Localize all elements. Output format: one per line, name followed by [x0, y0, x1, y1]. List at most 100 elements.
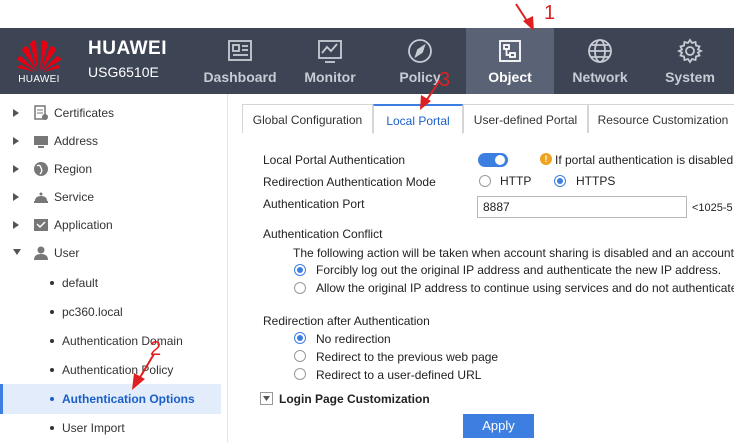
chevron-right-icon — [13, 165, 19, 173]
sidebar-subitem-authentication-policy[interactable]: Authentication Policy — [0, 356, 221, 384]
logo-text: HUAWEI — [18, 74, 60, 85]
radio-redirect-url[interactable] — [294, 368, 306, 380]
sidebar-item-address[interactable]: Address — [0, 127, 221, 155]
huawei-logo: HUAWEI — [10, 38, 68, 88]
nav-network[interactable]: Network — [556, 28, 644, 94]
nav-label: Network — [572, 69, 628, 85]
tab-global-configuration[interactable]: Global Configuration — [242, 104, 373, 133]
device-model: USG6510E — [88, 64, 159, 80]
user-icon — [34, 246, 48, 260]
radio-conflict-allow-original-label: Allow the original IP address to continu… — [316, 281, 734, 295]
sidebar-subitem-label: pc360.local — [62, 305, 123, 319]
sidebar-item-user[interactable]: User — [0, 239, 221, 267]
apply-button[interactable]: Apply — [463, 414, 534, 438]
nav-monitor[interactable]: Monitor — [286, 28, 374, 94]
tab-resource-customization[interactable]: Resource Customization — [588, 104, 734, 133]
radio-no-redirection-label: No redirection — [316, 332, 391, 346]
redirect-mode-label: Redirection Authentication Mode — [263, 175, 436, 189]
nav-system[interactable]: System — [646, 28, 734, 94]
nav-object[interactable]: Object — [466, 28, 554, 94]
certificate-icon — [34, 105, 48, 120]
redirect-after-auth-label: Redirection after Authentication — [263, 314, 430, 328]
bullet-icon — [50, 281, 54, 285]
object-icon — [499, 40, 521, 62]
sidebar-subitem-label: Authentication Domain — [62, 334, 183, 348]
radio-redirect-previous[interactable] — [294, 350, 306, 362]
sidebar-item-label: Certificates — [54, 106, 115, 120]
tab-user-defined-portal[interactable]: User-defined Portal — [463, 104, 588, 133]
sidebar-subitem-default[interactable]: default — [0, 269, 221, 297]
radio-conflict-forcibly-logout-label: Forcibly log out the original IP address… — [316, 263, 722, 277]
local-portal-auth-label: Local Portal Authentication — [263, 153, 406, 167]
auth-port-input[interactable] — [477, 196, 687, 218]
chevron-right-icon — [13, 221, 19, 229]
dashboard-icon — [228, 40, 252, 61]
auth-port-label: Authentication Port — [263, 197, 365, 211]
main-content: Global Configuration Local Portal User-d… — [229, 94, 734, 442]
monitor-icon — [318, 40, 342, 63]
auth-port-range: <1025-5 — [692, 202, 733, 214]
sidebar-item-application[interactable]: Application — [0, 211, 221, 239]
top-navigation-bar: HUAWEI HUAWEI USG6510E Dashboard Monitor… — [0, 28, 734, 94]
chevron-right-icon — [13, 109, 19, 117]
sidebar-tree: Certificates Address Region Service Appl… — [0, 94, 228, 442]
auth-conflict-label: Authentication Conflict — [263, 227, 383, 241]
nav-label: Monitor — [304, 69, 356, 85]
login-page-collapse-toggle[interactable] — [260, 392, 273, 405]
radio-redirect-url-label: Redirect to a user-defined URL — [316, 368, 482, 382]
sidebar-item-label: Application — [54, 218, 113, 232]
sidebar-subitem-pc360-local[interactable]: pc360.local — [0, 298, 221, 326]
region-icon — [34, 162, 48, 176]
service-icon — [34, 192, 48, 203]
sidebar-subitem-label: User Import — [62, 421, 125, 435]
sidebar-item-label: Region — [54, 162, 93, 176]
bullet-icon — [50, 368, 54, 372]
radio-conflict-allow-original[interactable] — [294, 282, 306, 294]
toggle-knob — [495, 155, 505, 165]
gear-icon — [677, 38, 703, 64]
nav-label: System — [665, 69, 715, 85]
sidebar-subitem-authentication-domain[interactable]: Authentication Domain — [0, 327, 221, 355]
radio-conflict-forcibly-logout[interactable] — [294, 264, 306, 276]
nav-label: Object — [488, 69, 532, 85]
compass-icon — [408, 39, 432, 63]
caret-down-icon — [263, 396, 270, 401]
annotation-arrow-1-icon — [515, 3, 534, 31]
chevron-down-icon — [13, 249, 21, 255]
bullet-icon — [50, 397, 54, 401]
radio-https-label: HTTPS — [576, 174, 616, 188]
sidebar-item-label: User — [54, 246, 80, 260]
huawei-flower-icon — [17, 40, 61, 72]
address-icon — [34, 136, 48, 148]
radio-http[interactable] — [479, 175, 491, 187]
annotation-arrow-3-icon — [420, 79, 441, 110]
chevron-right-icon — [13, 137, 19, 145]
radio-no-redirection[interactable] — [294, 332, 306, 344]
sidebar-item-certificates[interactable]: Certificates — [0, 99, 221, 127]
sidebar-item-region[interactable]: Region — [0, 155, 221, 183]
sidebar-subitem-authentication-options[interactable]: Authentication Options — [0, 384, 221, 414]
portal-warning-text: If portal authentication is disabled, — [555, 153, 734, 167]
login-page-customization-label: Login Page Customization — [279, 392, 430, 406]
local-portal-auth-toggle[interactable] — [478, 153, 508, 167]
brand-name: HUAWEI — [88, 38, 167, 59]
application-icon — [34, 219, 48, 231]
chevron-right-icon — [13, 193, 19, 201]
radio-https[interactable] — [554, 175, 566, 187]
sidebar-item-service[interactable]: Service — [0, 183, 221, 211]
annotation-arrow-2-icon — [132, 353, 155, 390]
bullet-icon — [50, 339, 54, 343]
sidebar-item-label: Address — [54, 134, 99, 148]
nav-label: Dashboard — [203, 69, 277, 85]
sidebar-subitem-label: default — [62, 276, 99, 290]
tab-bar: Global Configuration Local Portal User-d… — [242, 104, 734, 134]
warning-icon: ! — [540, 153, 552, 165]
radio-http-label: HTTP — [500, 174, 532, 188]
sidebar-subitem-label: Authentication Options — [62, 392, 195, 406]
nav-dashboard[interactable]: Dashboard — [196, 28, 284, 94]
radio-redirect-previous-label: Redirect to the previous web page — [316, 350, 499, 364]
sidebar-subitem-user-import[interactable]: User Import — [0, 414, 221, 442]
bullet-icon — [50, 426, 54, 430]
bullet-icon — [50, 310, 54, 314]
sidebar-item-label: Service — [54, 190, 95, 204]
